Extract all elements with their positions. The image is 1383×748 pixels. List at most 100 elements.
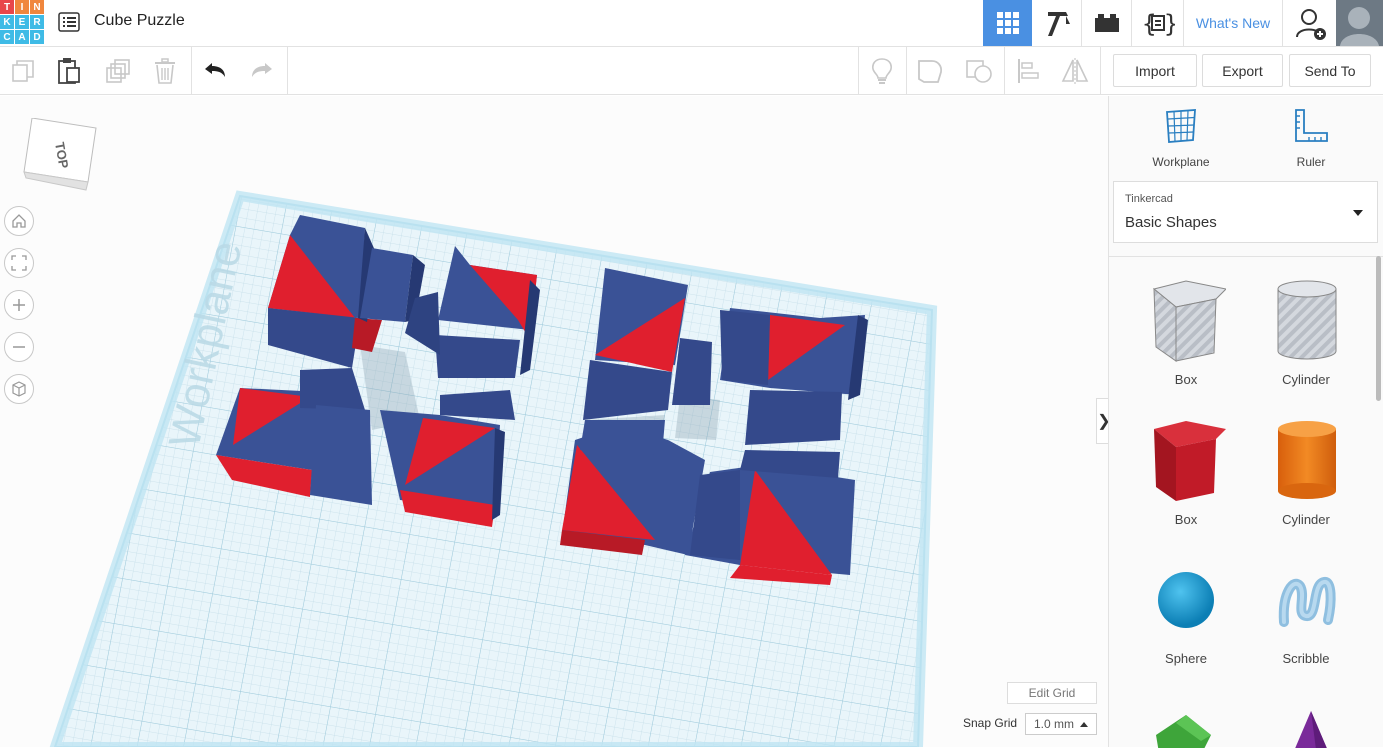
- add-user-button[interactable]: [1288, 0, 1334, 46]
- header: T I N K E R C A D Cube Puzzle {} What's …: [0, 0, 1383, 47]
- shape-sphere[interactable]: Sphere: [1141, 562, 1231, 666]
- workplane-icon: [1166, 109, 1196, 143]
- codeblocks-icon: {}: [1142, 10, 1175, 38]
- zoom-in-icon: [13, 299, 25, 311]
- delete-button[interactable]: [142, 47, 188, 95]
- ruler-tool-label: Ruler: [1296, 155, 1326, 169]
- grid-view-button[interactable]: [983, 0, 1032, 46]
- zoom-out-button[interactable]: [4, 332, 34, 362]
- copy-button[interactable]: [0, 47, 46, 95]
- shape-cylinder-hole[interactable]: Cylinder: [1261, 277, 1351, 387]
- logo-letter: K: [0, 15, 14, 29]
- light-bulb-icon: [872, 58, 892, 84]
- add-user-icon: [1296, 9, 1326, 40]
- zoom-out-icon: [13, 346, 25, 348]
- tinkercad-logo[interactable]: T I N K E R C A D: [0, 0, 44, 44]
- mirror-icon: [1061, 58, 1089, 84]
- shape-pyramid[interactable]: [1261, 705, 1351, 748]
- collapse-panel-button[interactable]: ❯: [1096, 398, 1108, 444]
- roof-icon: [1156, 715, 1211, 748]
- svg-text:}: }: [1164, 10, 1175, 38]
- edit-grid-button[interactable]: Edit Grid: [1007, 682, 1097, 704]
- box-icon: [1154, 421, 1226, 501]
- duplicate-icon: [106, 59, 130, 83]
- home-icon: [12, 214, 26, 228]
- workplane-scene[interactable]: Workplane: [0, 96, 1108, 747]
- logo-letter: R: [30, 15, 44, 29]
- group-icon: [918, 60, 943, 83]
- shape-cylinder[interactable]: Cylinder: [1261, 417, 1351, 527]
- workplane-tool[interactable]: Workplane: [1136, 108, 1226, 169]
- redo-button[interactable]: [239, 47, 285, 95]
- logo-letter: N: [30, 0, 44, 14]
- mirror-button[interactable]: [1052, 47, 1098, 95]
- fit-view-button[interactable]: [4, 248, 34, 278]
- minecraft-view-button[interactable]: [1033, 0, 1082, 46]
- snap-grid-label: Snap Grid: [963, 716, 1018, 730]
- export-button[interactable]: Export: [1202, 54, 1283, 87]
- whats-new-link[interactable]: What's New: [1183, 0, 1283, 46]
- paste-icon: [58, 58, 80, 84]
- zoom-in-button[interactable]: [4, 290, 34, 320]
- panel-scrollbar[interactable]: [1376, 256, 1381, 401]
- ungroup-button[interactable]: [956, 47, 1002, 95]
- ruler-tool[interactable]: Ruler: [1266, 108, 1356, 169]
- sphere-icon: [1158, 572, 1214, 628]
- toolbar-divider: [287, 47, 288, 95]
- send-to-button[interactable]: Send To: [1289, 54, 1371, 87]
- snap-grid-select[interactable]: 1.0 mm: [1025, 713, 1097, 735]
- shape-grid: Box Cylinder Box Cylinder Sphere Scribbl…: [1109, 256, 1383, 748]
- home-view-button[interactable]: [4, 206, 34, 236]
- grid-view-icon: [996, 12, 1019, 34]
- logo-letter: T: [0, 0, 14, 14]
- puzzle-piece[interactable]: [310, 405, 372, 505]
- logo-letter: C: [0, 30, 14, 44]
- toolbar-divider: [1100, 47, 1101, 95]
- logo-letter: E: [15, 15, 29, 29]
- shapes-panel: Workplane Ruler Tinkercad Basic Shapes B…: [1108, 96, 1383, 748]
- shape-scribble[interactable]: Scribble: [1261, 562, 1351, 666]
- avatar[interactable]: [1336, 0, 1383, 46]
- cylinder-icon: [1278, 421, 1336, 499]
- redo-icon: [252, 63, 272, 77]
- shape-roof[interactable]: [1141, 705, 1231, 748]
- shape-box[interactable]: Box: [1141, 417, 1231, 527]
- perspective-button[interactable]: [4, 374, 34, 404]
- chevron-down-icon: [1353, 210, 1363, 216]
- duplicate-button[interactable]: [95, 47, 141, 95]
- logo-letter: I: [15, 0, 29, 14]
- align-button[interactable]: [1005, 47, 1051, 95]
- import-button[interactable]: Import: [1113, 54, 1197, 87]
- shape-label: Cylinder: [1282, 372, 1330, 387]
- shape-library-select[interactable]: Tinkercad Basic Shapes: [1113, 181, 1378, 243]
- shape-label: Scribble: [1282, 651, 1330, 666]
- align-icon: [1018, 59, 1039, 83]
- undo-button[interactable]: [192, 47, 238, 95]
- design-menu-icon[interactable]: [58, 12, 80, 32]
- caret-up-icon: [1080, 722, 1088, 727]
- library-name: Basic Shapes: [1125, 214, 1217, 231]
- codeblocks-button[interactable]: {}: [1133, 0, 1182, 46]
- cylinder-hole-icon: [1277, 280, 1337, 360]
- pyramid-icon: [1295, 711, 1327, 748]
- cube-perspective-icon: [12, 381, 26, 397]
- 3d-viewport[interactable]: Workplane TOP Edit Grid Snap Grid 1.0 mm: [0, 96, 1108, 747]
- notes-button[interactable]: [859, 47, 905, 95]
- svg-text:{: {: [1142, 10, 1156, 38]
- shape-label: Box: [1174, 372, 1198, 387]
- fit-view-icon: [11, 255, 27, 271]
- brick-icon: [1095, 14, 1119, 32]
- design-title[interactable]: Cube Puzzle: [94, 12, 185, 30]
- snap-grid-value: 1.0 mm: [1034, 717, 1075, 731]
- view-cube[interactable]: TOP: [22, 117, 100, 199]
- shape-label: Sphere: [1165, 651, 1207, 666]
- library-source: Tinkercad: [1125, 193, 1173, 205]
- logo-letter: D: [30, 30, 44, 44]
- shape-box-hole[interactable]: Box: [1141, 277, 1231, 387]
- shape-label: Cylinder: [1282, 512, 1330, 527]
- paste-button[interactable]: [46, 47, 92, 95]
- bricks-view-button[interactable]: [1083, 0, 1132, 46]
- ruler-icon: [1295, 109, 1328, 142]
- group-button[interactable]: [907, 47, 953, 95]
- logo-letter: A: [15, 30, 29, 44]
